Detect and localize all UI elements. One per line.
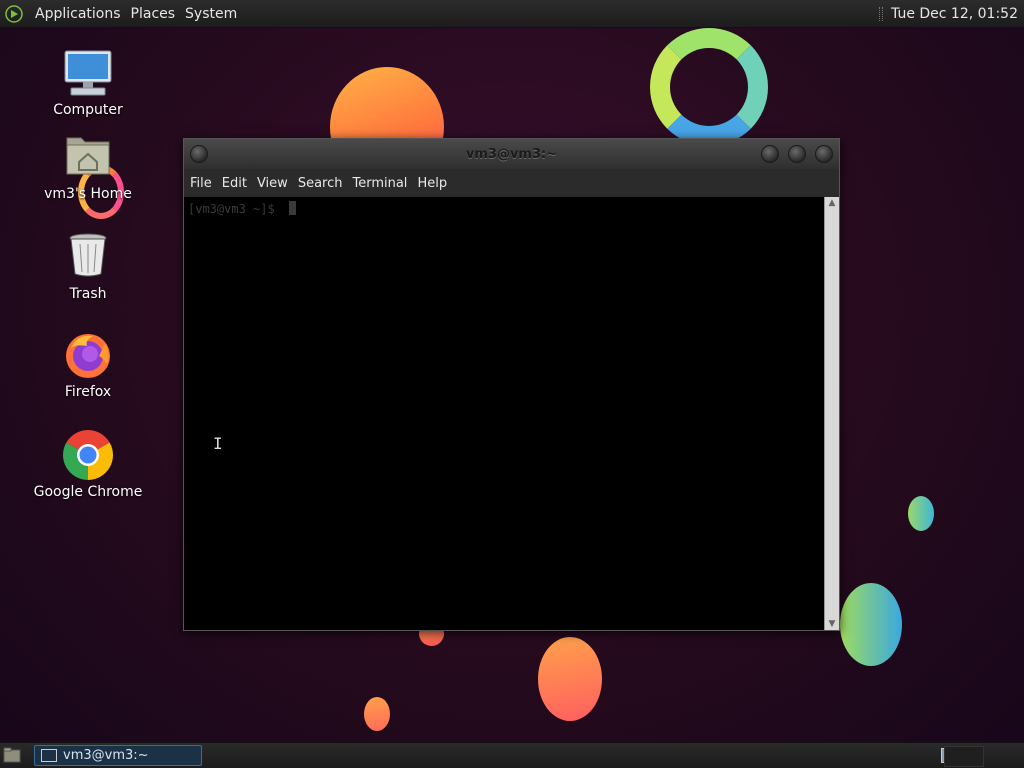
- close-button[interactable]: [815, 145, 833, 163]
- desktop-icon-label: Firefox: [64, 384, 112, 400]
- minimize-button[interactable]: [761, 145, 779, 163]
- terminal-scrollbar[interactable]: ▲ ▼: [824, 197, 839, 630]
- menu-search[interactable]: Search: [293, 176, 348, 191]
- desktop-icon-firefox[interactable]: Firefox: [28, 330, 148, 400]
- desktop-icon-trash[interactable]: Trash: [28, 232, 148, 302]
- window-menu-button[interactable]: [190, 145, 208, 163]
- text-cursor: [289, 201, 296, 215]
- bg-green-ring: [650, 28, 768, 146]
- firefox-icon: [63, 330, 113, 380]
- bg-small-orange-blob: [364, 697, 390, 731]
- workspace-switcher[interactable]: [944, 746, 984, 767]
- menu-applications[interactable]: Applications: [30, 6, 126, 22]
- window-title: vm3@vm3:~: [465, 146, 558, 162]
- menu-view[interactable]: View: [252, 176, 293, 191]
- maximize-button[interactable]: [788, 145, 806, 163]
- desktop-icon-label: Trash: [69, 286, 107, 302]
- desktop-icon-home[interactable]: vm3's Home: [28, 132, 148, 202]
- trash-icon: [63, 232, 113, 282]
- panel-grip: [879, 6, 884, 21]
- taskbar-task-label: vm3@vm3:~: [63, 748, 149, 763]
- bottom-panel: vm3@vm3:~: [0, 742, 1024, 768]
- terminal-output-area[interactable]: [vm3@vm3 ~]$: [184, 197, 825, 630]
- show-desktop-icon[interactable]: [3, 747, 21, 763]
- desktop-icon-label: Computer: [53, 102, 123, 118]
- menu-file[interactable]: File: [185, 176, 217, 191]
- window-titlebar[interactable]: vm3@vm3:~: [184, 139, 839, 169]
- terminal-app-icon: [41, 749, 57, 762]
- scroll-up-arrow-icon[interactable]: ▲: [825, 197, 839, 209]
- terminal-menubar: File Edit View Search Terminal Help: [184, 169, 839, 198]
- clock[interactable]: Tue Dec 12, 01:52: [891, 6, 1018, 22]
- bg-large-teal-blob: [840, 583, 902, 666]
- menu-help[interactable]: Help: [412, 176, 452, 191]
- desktop-icon-label: vm3's Home: [44, 186, 132, 202]
- desktop-icon-label: Google Chrome: [33, 484, 143, 500]
- bg-orange-blob-bottom: [538, 637, 602, 721]
- desktop-icon-computer[interactable]: Computer: [28, 48, 148, 118]
- computer-icon: [63, 48, 113, 98]
- menu-edit[interactable]: Edit: [217, 176, 252, 191]
- menu-system[interactable]: System: [180, 6, 242, 22]
- desktop-icon-chrome[interactable]: Google Chrome: [28, 430, 148, 500]
- shell-prompt: [vm3@vm3 ~]$: [188, 202, 275, 216]
- terminal-window[interactable]: vm3@vm3:~ File Edit View Search Terminal…: [183, 138, 840, 631]
- taskbar-terminal-button[interactable]: vm3@vm3:~: [34, 745, 202, 766]
- home-folder-icon: [63, 132, 113, 182]
- chrome-icon: [63, 430, 113, 480]
- menu-terminal[interactable]: Terminal: [347, 176, 412, 191]
- menu-places[interactable]: Places: [126, 6, 181, 22]
- bg-small-teal-blob: [908, 496, 934, 531]
- mouse-ibeam-cursor-icon: I: [213, 434, 223, 453]
- top-panel: Applications Places System Tue Dec 12, 0…: [0, 0, 1024, 28]
- distro-logo-icon[interactable]: [4, 4, 24, 24]
- scroll-down-arrow-icon[interactable]: ▼: [825, 618, 839, 630]
